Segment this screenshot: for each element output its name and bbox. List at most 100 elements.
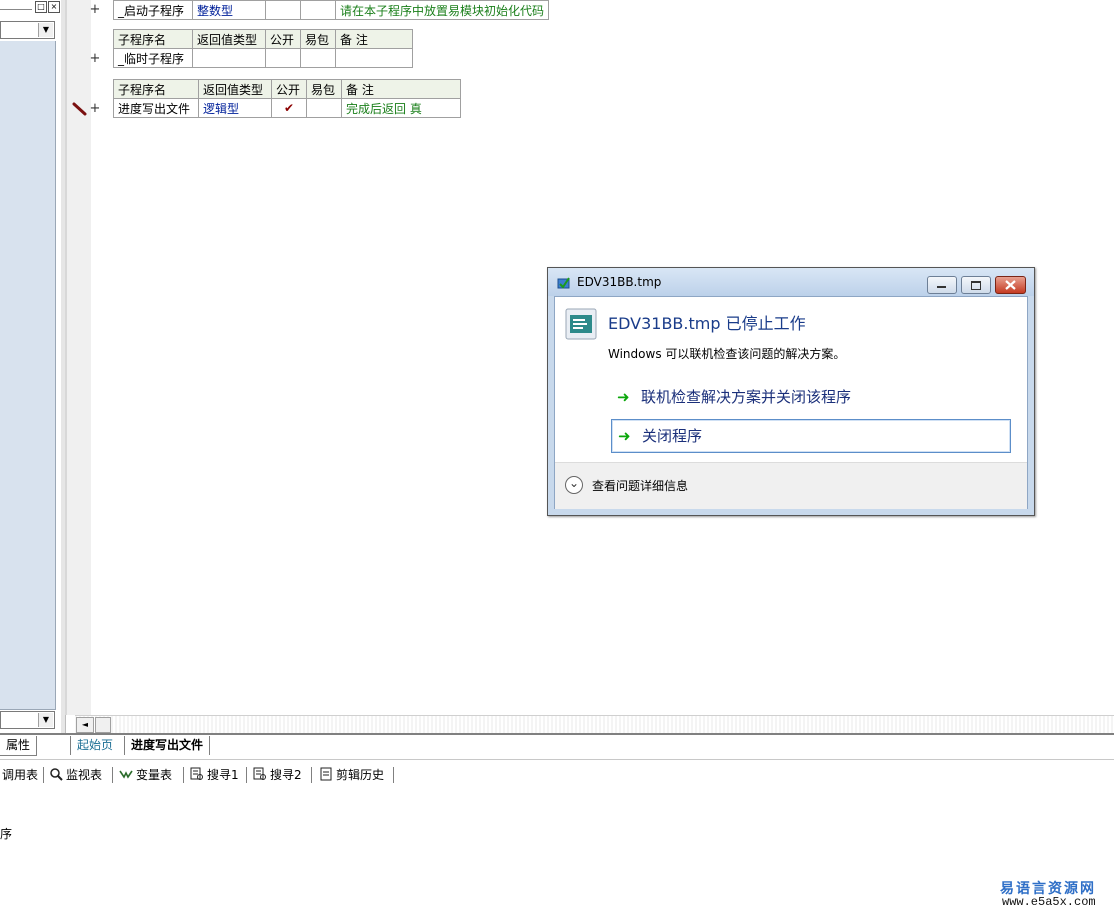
pkg-cell[interactable] bbox=[300, 0, 336, 20]
table-row[interactable]: _临时子程序 bbox=[113, 48, 413, 68]
public-cell[interactable] bbox=[265, 0, 301, 20]
dialog-title-bar[interactable]: EDV31BB.tmp bbox=[548, 268, 1034, 296]
dialog-heading: EDV31BB.tmp 已停止工作 bbox=[608, 314, 806, 333]
property-list[interactable] bbox=[0, 41, 56, 710]
bottom-toolbar: 调用表 监视表 变量表 搜寻1 搜寻2 剪辑历史 bbox=[0, 759, 1114, 791]
close-icon bbox=[1005, 280, 1016, 290]
dialog-body: EDV31BB.tmp 已停止工作 Windows 可以联机检查该问题的解决方案… bbox=[554, 296, 1028, 509]
col-header-note: 备 注 bbox=[341, 79, 461, 99]
dialog-message: Windows 可以联机检查该问题的解决方案。 bbox=[608, 347, 846, 361]
tool-call-table[interactable]: 调用表 bbox=[2, 766, 38, 784]
object-combo-box[interactable]: ▼ bbox=[0, 21, 55, 39]
maximize-button[interactable]: □ bbox=[35, 1, 47, 13]
tool-label: 剪辑历史 bbox=[336, 768, 385, 782]
minimize-icon bbox=[937, 286, 946, 288]
divider bbox=[112, 767, 113, 783]
sub-name-cell[interactable]: _临时子程序 bbox=[113, 48, 193, 68]
minimize-button[interactable] bbox=[927, 276, 957, 294]
subroutine-table-start: _启动子程序 整数型 请在本子程序中放置易模块初始化代码 bbox=[113, 0, 550, 20]
expand-icon[interactable]: + bbox=[89, 101, 101, 116]
tab-label: 起始页 bbox=[77, 738, 114, 752]
close-program-button[interactable]: ➜ 关闭程序 bbox=[611, 419, 1011, 453]
dialog-title: EDV31BB.tmp bbox=[577, 275, 662, 289]
note-cell[interactable]: 请在本子程序中放置易模块初始化代码 bbox=[334, 0, 550, 20]
green-arrow-icon: ➜ bbox=[617, 388, 630, 406]
sub-name-cell[interactable]: 进度写出文件 bbox=[113, 98, 199, 118]
tab-label: 属性 bbox=[6, 738, 31, 752]
close-button[interactable]: × bbox=[48, 1, 60, 13]
edit-marker-icon bbox=[72, 102, 87, 116]
table-header-row: 子程序名 返回值类型 公开 易包 备 注 bbox=[113, 79, 461, 99]
table-row[interactable]: _启动子程序 整数型 请在本子程序中放置易模块初始化代码 bbox=[113, 0, 550, 20]
tool-label: 搜寻1 bbox=[207, 768, 239, 782]
divider bbox=[246, 767, 247, 783]
col-header-pkg: 易包 bbox=[300, 29, 336, 49]
program-error-icon bbox=[565, 308, 597, 340]
table-row[interactable]: 进度写出文件 逻辑型 ✔ 完成后返回 真 bbox=[113, 98, 461, 118]
sub-name-cell[interactable]: _启动子程序 bbox=[113, 0, 193, 20]
divider bbox=[393, 767, 394, 783]
tool-search-2[interactable]: 搜寻2 bbox=[253, 766, 302, 784]
note-cell[interactable]: 完成后返回 真 bbox=[341, 98, 461, 118]
note-cell[interactable] bbox=[335, 48, 413, 68]
maximize-icon bbox=[971, 281, 981, 290]
app-icon bbox=[557, 277, 570, 289]
property-combo-box[interactable]: ▼ bbox=[0, 711, 55, 729]
tab-start-page[interactable]: 起始页 bbox=[70, 736, 119, 755]
pkg-cell[interactable] bbox=[306, 98, 342, 118]
close-button[interactable] bbox=[995, 276, 1026, 294]
pkg-cell[interactable] bbox=[300, 48, 336, 68]
site-watermark-url: www.e5a5x.com bbox=[1002, 895, 1096, 909]
tool-label: 监视表 bbox=[66, 768, 103, 782]
check-online-button[interactable]: ➜ 联机检查解决方案并关闭该程序 bbox=[611, 380, 1011, 414]
output-text: 序 bbox=[0, 827, 13, 841]
tool-search-1[interactable]: 搜寻1 bbox=[190, 766, 239, 784]
green-arrow-icon: ➜ bbox=[618, 427, 631, 445]
expand-icon[interactable]: + bbox=[89, 2, 101, 17]
tab-progress-file[interactable]: 进度写出文件 bbox=[124, 736, 211, 755]
output-panel[interactable]: 序 bbox=[0, 790, 1114, 915]
clipboard-icon bbox=[320, 767, 332, 781]
left-panel-header: □ × bbox=[0, 0, 61, 20]
close-program-label: 关闭程序 bbox=[642, 427, 703, 445]
magnifier-icon bbox=[50, 768, 63, 781]
maximize-button[interactable] bbox=[961, 276, 991, 294]
scroll-left-icon[interactable]: ◄ bbox=[76, 717, 94, 733]
col-header-public: 公开 bbox=[265, 29, 301, 49]
check-online-label: 联机检查解决方案并关闭该程序 bbox=[641, 388, 852, 406]
subroutine-table-progress: 子程序名 返回值类型 公开 易包 备 注 进度写出文件 逻辑型 ✔ 完成后返回 … bbox=[113, 79, 461, 118]
expand-icon[interactable]: + bbox=[89, 51, 101, 66]
search-doc-icon bbox=[253, 767, 266, 780]
divider bbox=[311, 767, 312, 783]
tool-clip-history[interactable]: 剪辑历史 bbox=[319, 766, 384, 784]
divider bbox=[183, 767, 184, 783]
tool-label: 搜寻2 bbox=[270, 768, 302, 782]
scroll-thumb[interactable] bbox=[95, 717, 111, 733]
error-dialog: EDV31BB.tmp EDV31BB.tmp 已停止工作 Windows 可以… bbox=[547, 267, 1035, 516]
search-doc-icon bbox=[190, 767, 203, 780]
col-header-pkg: 易包 bbox=[306, 79, 342, 99]
divider bbox=[43, 767, 44, 783]
view-details-link[interactable]: 查看问题详细信息 bbox=[592, 477, 688, 494]
document-tab-strip: 属性 起始页 进度写出文件 bbox=[0, 733, 1114, 757]
col-header-note: 备 注 bbox=[335, 29, 413, 49]
editor-horizontal-scrollbar[interactable]: ◄ bbox=[75, 715, 1114, 733]
dialog-footer: ⌄ 查看问题详细信息 bbox=[555, 462, 1027, 509]
chevron-down-icon[interactable]: ▼ bbox=[38, 23, 53, 37]
col-header-return: 返回值类型 bbox=[198, 79, 272, 99]
return-type-cell[interactable] bbox=[192, 48, 266, 68]
variables-icon bbox=[119, 770, 133, 779]
public-cell[interactable] bbox=[265, 48, 301, 68]
return-type-cell[interactable]: 整数型 bbox=[192, 0, 266, 20]
subroutine-table-temp: 子程序名 返回值类型 公开 易包 备 注 _临时子程序 bbox=[113, 29, 413, 68]
divider bbox=[0, 9, 32, 10]
col-header-public: 公开 bbox=[271, 79, 307, 99]
chevron-down-icon[interactable]: ▼ bbox=[38, 713, 53, 727]
tool-watch-table[interactable]: 监视表 bbox=[49, 766, 102, 784]
tool-variable-table[interactable]: 变量表 bbox=[119, 766, 172, 784]
col-header-name: 子程序名 bbox=[113, 29, 193, 49]
public-check-icon[interactable]: ✔ bbox=[271, 98, 307, 118]
chevron-down-icon[interactable]: ⌄ bbox=[565, 476, 583, 494]
return-type-cell[interactable]: 逻辑型 bbox=[198, 98, 272, 118]
tab-properties[interactable]: 属性 bbox=[0, 736, 38, 756]
